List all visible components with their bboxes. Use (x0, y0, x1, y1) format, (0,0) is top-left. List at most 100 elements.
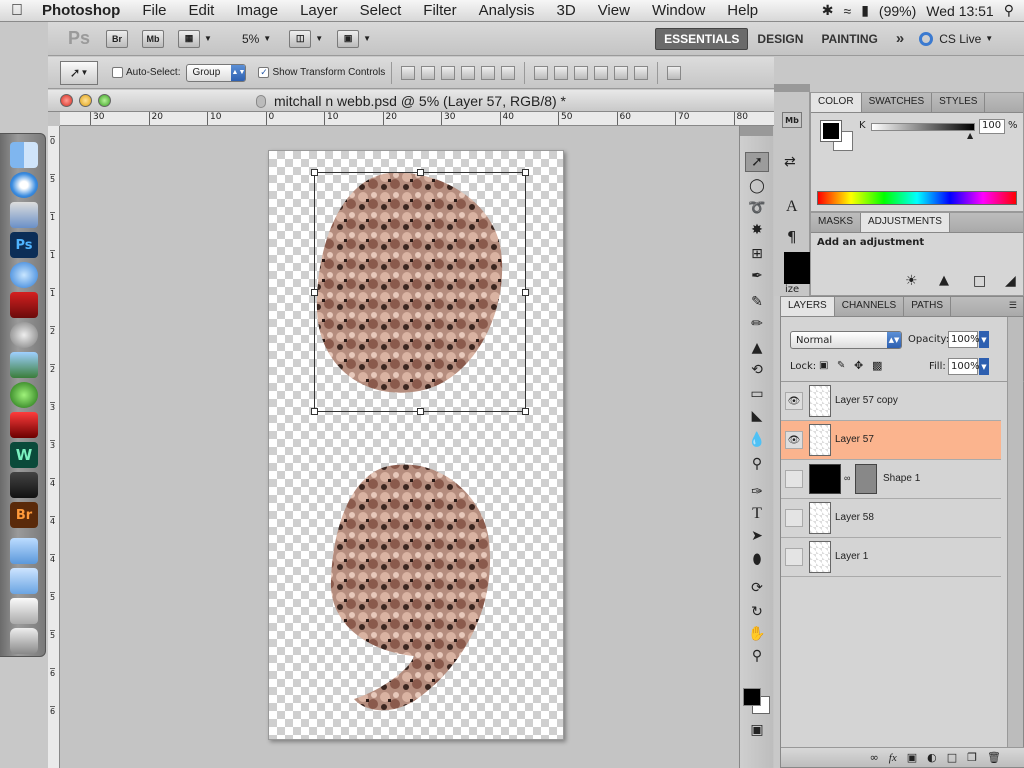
workspace-essentials[interactable]: ESSENTIALS (655, 27, 749, 50)
battery-icon[interactable]: ▮ (861, 2, 869, 19)
safari-icon[interactable] (10, 172, 38, 198)
foreground-color-swatch[interactable] (743, 688, 761, 706)
iphoto-icon[interactable] (10, 352, 38, 378)
transform-handle[interactable] (311, 169, 318, 176)
opacity-chevron-icon[interactable]: ▼ (979, 331, 989, 348)
screen-mode-button[interactable]: ▣ (337, 29, 360, 48)
transform-bounding-box[interactable] (311, 169, 529, 415)
distribute-vcenter-icon[interactable] (554, 65, 569, 80)
levels-icon[interactable]: ▲ (939, 273, 949, 288)
menu-filter[interactable]: Filter (412, 2, 467, 19)
curves-icon[interactable]: □ (973, 273, 986, 289)
dreamweaver-icon[interactable]: W (10, 442, 38, 468)
align-right-icon[interactable] (501, 65, 516, 80)
k-slider-handle-icon[interactable]: ▲ (967, 131, 973, 140)
flash-icon[interactable] (10, 412, 38, 438)
quick-mask-icon[interactable]: ▣ (745, 720, 769, 740)
zoom-level[interactable]: 5% (242, 32, 259, 46)
applications-folder-icon[interactable] (10, 538, 38, 564)
distribute-hcenter-icon[interactable] (614, 65, 629, 80)
transform-handle[interactable] (417, 408, 424, 415)
bluetooth-icon[interactable]: ✱ (822, 2, 834, 19)
minimize-window-icon[interactable] (79, 94, 92, 107)
spotlight-icon[interactable]: ⚲ (1004, 2, 1014, 19)
hand-tool-icon[interactable]: ✋ (745, 624, 769, 644)
menu-layer[interactable]: Layer (289, 2, 349, 19)
move-tool-icon[interactable]: ➚ (745, 152, 769, 172)
k-value-field[interactable]: 100 (979, 119, 1005, 134)
menu-window[interactable]: Window (641, 2, 716, 19)
new-adjustment-layer-icon[interactable]: ◐ (927, 751, 937, 764)
layer-style-icon[interactable]: fx (889, 752, 897, 764)
gradient-tool-icon[interactable]: ◣ (745, 406, 769, 426)
quick-selection-tool-icon[interactable]: ✸ (745, 220, 769, 240)
clone-stamp-tool-icon[interactable]: ▲ (745, 338, 769, 358)
healing-brush-tool-icon[interactable]: ✎ (745, 292, 769, 312)
new-layer-icon[interactable]: ❐ (967, 751, 977, 764)
tab-styles[interactable]: STYLES (932, 93, 986, 112)
exposure-icon[interactable]: ◢ (1005, 273, 1016, 289)
visibility-eye-icon[interactable]: 👁 (785, 392, 803, 410)
zoom-chevron-icon[interactable]: ▼ (263, 34, 271, 43)
distribute-left-icon[interactable] (594, 65, 609, 80)
mini-bridge-panel-icon[interactable]: Mb (782, 112, 802, 128)
launch-mini-bridge-button[interactable]: Mb (142, 29, 165, 48)
system-preferences-icon[interactable] (10, 322, 38, 348)
new-group-icon[interactable]: □ (947, 751, 957, 764)
link-icon[interactable]: ∞ (844, 473, 850, 483)
vertical-ruler[interactable]: 0 5 1 1 1 2 2 3 3 4 4 4 5 5 6 6 (48, 126, 60, 768)
apple-menu-icon[interactable]:  (0, 2, 34, 20)
finder-icon[interactable] (10, 142, 38, 168)
cs-live-chevron-icon[interactable]: ▼ (985, 34, 993, 43)
delete-layer-icon[interactable]: 🗑 (987, 751, 1001, 764)
layer-row[interactable]: ∞ Shape 1 (781, 460, 1001, 499)
transform-handle[interactable] (522, 408, 529, 415)
crop-tool-icon[interactable]: ⊞ (745, 244, 769, 264)
history-brush-tool-icon[interactable]: ⟲ (745, 360, 769, 380)
path-selection-tool-icon[interactable]: ➤ (745, 526, 769, 546)
align-top-icon[interactable] (401, 65, 416, 80)
close-window-icon[interactable] (60, 94, 73, 107)
tab-channels[interactable]: CHANNELS (835, 297, 905, 316)
color-spectrum-ramp[interactable] (817, 191, 1017, 205)
panel-menu-icon[interactable]: ☰ (1009, 300, 1017, 311)
transform-handle[interactable] (311, 408, 318, 415)
auto-select-checkbox[interactable] (112, 67, 123, 78)
layer-row[interactable]: Layer 1 (781, 538, 1001, 577)
lock-image-icon[interactable]: ✎ (837, 360, 845, 371)
visibility-toggle[interactable] (785, 509, 803, 527)
visibility-toggle[interactable] (785, 470, 803, 488)
horizontal-ruler[interactable]: 30 20 10 0 10 20 30 40 50 60 70 80 (60, 112, 774, 126)
auto-select-dropdown[interactable]: Group ▲▼ (186, 63, 247, 82)
tab-masks[interactable]: MASKS (811, 213, 862, 232)
character-panel-icon[interactable]: A (786, 198, 798, 216)
tab-swatches[interactable]: SWATCHES (862, 93, 933, 112)
align-vcenter-icon[interactable] (421, 65, 436, 80)
dodge-tool-icon[interactable]: ⚲ (745, 454, 769, 474)
tab-color[interactable]: COLOR (811, 93, 862, 112)
downloads-stack-icon[interactable] (10, 598, 38, 624)
bridge-icon[interactable]: Br (10, 502, 38, 528)
menu-3d[interactable]: 3D (546, 2, 587, 19)
arrange-chevron-icon[interactable]: ▼ (315, 34, 323, 43)
tab-adjustments[interactable]: ADJUSTMENTS (861, 213, 950, 232)
fill-field[interactable]: 100% (948, 358, 980, 375)
shape-tool-icon[interactable]: ⬮ (745, 550, 769, 570)
cs-live-icon[interactable] (919, 31, 934, 46)
transform-handle[interactable] (417, 169, 424, 176)
zoom-window-icon[interactable] (98, 94, 111, 107)
transform-handle[interactable] (522, 289, 529, 296)
distribute-top-icon[interactable] (534, 65, 549, 80)
cs-live-button[interactable]: CS Live (939, 32, 981, 46)
workspace-painting[interactable]: PAINTING (812, 32, 886, 46)
layers-scrollbar[interactable] (1007, 317, 1023, 747)
menu-image[interactable]: Image (225, 2, 289, 19)
add-mask-icon[interactable]: ▣ (907, 751, 917, 764)
lock-all-icon[interactable]: ▩ (872, 359, 882, 372)
brush-tool-icon[interactable]: ✏ (745, 314, 769, 334)
arrange-documents-button[interactable]: ◫ (289, 29, 312, 48)
align-bottom-icon[interactable] (441, 65, 456, 80)
visibility-toggle[interactable] (785, 548, 803, 566)
type-tool-icon[interactable]: T (745, 504, 769, 524)
pen-tool-icon[interactable]: ✑ (745, 482, 769, 502)
